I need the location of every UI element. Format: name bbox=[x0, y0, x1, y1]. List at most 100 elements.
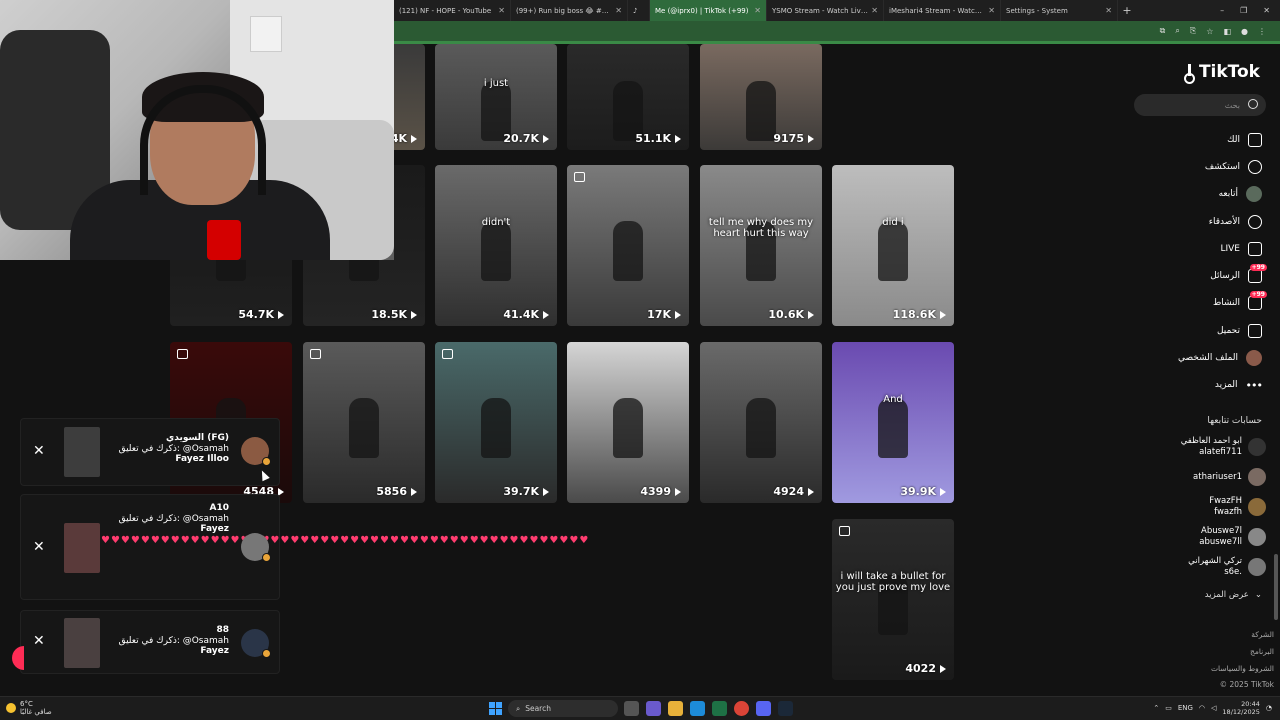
following-account[interactable]: تركي الشهراني s6e. bbox=[1146, 556, 1266, 578]
footer-terms-link[interactable]: الشروط والسياسات bbox=[1211, 664, 1274, 673]
new-tab-button[interactable]: + bbox=[1118, 4, 1136, 17]
bookmark-star-icon[interactable]: ☆ bbox=[1206, 27, 1213, 36]
video-tile[interactable]: i just 20.7K bbox=[435, 44, 557, 150]
following-name: تركي الشهراني bbox=[1188, 556, 1242, 566]
clock-date: 18/12/2025 bbox=[1222, 708, 1260, 716]
footer-company-link[interactable]: الشركة bbox=[1251, 630, 1274, 639]
task-view-icon[interactable] bbox=[624, 701, 639, 716]
following-account[interactable]: Abuswe7l abuswe7ll bbox=[1146, 526, 1266, 548]
tab-ysmo-stream[interactable]: YSMO Stream - Watch Live on ✕ bbox=[767, 0, 884, 21]
nav-item-friends[interactable]: الأصدقاء bbox=[1137, 208, 1262, 235]
footer-program-link[interactable]: البرنامج bbox=[1250, 647, 1274, 656]
extensions-icon[interactable]: ◧ bbox=[1223, 27, 1231, 36]
tab-settings[interactable]: Settings - System ✕ bbox=[1001, 0, 1118, 21]
maximize-button[interactable]: ❐ bbox=[1240, 6, 1247, 15]
windows-start-icon[interactable] bbox=[489, 702, 502, 715]
video-tile[interactable]: 4924 bbox=[700, 342, 822, 503]
close-icon[interactable]: ✕ bbox=[871, 6, 878, 15]
taskbar-search[interactable]: ⌕ Search bbox=[508, 700, 618, 717]
tab-bigboss[interactable]: (99+) Run big boss 😂 #bigboss✕ bbox=[511, 0, 628, 21]
video-tile[interactable]: 39.7K bbox=[435, 342, 557, 503]
menu-icon[interactable]: ⋮ bbox=[1258, 27, 1266, 36]
following-account[interactable]: ابو احمد العاظفي alatefi711 bbox=[1146, 436, 1266, 458]
nav-item-profile[interactable]: الملف الشخصي bbox=[1137, 344, 1262, 371]
video-tile[interactable]: did i 118.6K bbox=[832, 165, 954, 326]
tab-tiktok[interactable]: Me (@iprx0) | TikTok (+99) ✕ bbox=[650, 0, 767, 21]
steam-icon[interactable] bbox=[778, 701, 793, 716]
excel-icon[interactable] bbox=[712, 701, 727, 716]
notification-text: A10 ذكرك في تعليق: @Osamah Fayez ♥♥♥♥♥♥♥… bbox=[101, 503, 588, 546]
network-icon[interactable]: ▭ bbox=[1165, 704, 1172, 712]
view-count: 4399 bbox=[640, 485, 681, 498]
video-tile[interactable]: 9175 bbox=[700, 44, 822, 150]
nav-item-upload[interactable]: تحميل bbox=[1137, 317, 1262, 344]
chrome-icon[interactable] bbox=[734, 701, 749, 716]
show-more-label: عرض المزيد bbox=[1204, 590, 1249, 600]
video-tile[interactable]: tell me why does my heart hurt this way 1… bbox=[700, 165, 822, 326]
nav-item-activity[interactable]: النشاط +99 bbox=[1137, 290, 1267, 317]
following-names: ابو احمد العاظفي alatefi711 bbox=[1181, 436, 1242, 458]
notification-text: السويدي (FG) ذكرك في تعليق: @Osamah Faye… bbox=[119, 433, 229, 465]
nav-item-more[interactable]: المزيد ••• bbox=[1137, 372, 1263, 399]
screen: (121) NF - HOPE - YouTube ✕ (99+) Run big… bbox=[0, 0, 1280, 720]
install-icon[interactable]: ⧉ bbox=[1160, 26, 1166, 36]
close-icon[interactable]: ✕ bbox=[615, 6, 622, 15]
play-icon bbox=[543, 487, 549, 496]
nav-item-explore[interactable]: استكشف bbox=[1137, 153, 1262, 180]
video-tile[interactable]: 17K bbox=[567, 165, 689, 326]
search-icon[interactable] bbox=[1248, 99, 1258, 109]
sidebar-scrollbar[interactable] bbox=[1274, 554, 1278, 620]
nav-item-home[interactable]: الك bbox=[1137, 126, 1262, 153]
notifications-bell-icon[interactable]: ◔ bbox=[1266, 704, 1272, 712]
weather-widget[interactable]: 6°C صافي غالبًا bbox=[6, 700, 52, 716]
video-tile[interactable]: And 39.9K bbox=[832, 342, 954, 503]
notification-card[interactable]: ✕ 88 ذكرك في تعليق: @Osamah Fayez bbox=[20, 610, 280, 674]
wifi-icon[interactable]: ◠ bbox=[1199, 704, 1205, 712]
close-icon[interactable]: ✕ bbox=[754, 6, 761, 15]
file-explorer-icon[interactable] bbox=[668, 701, 683, 716]
close-notification-button[interactable]: ✕ bbox=[33, 539, 45, 555]
edge-icon[interactable] bbox=[690, 701, 705, 716]
video-tile[interactable]: 5856 bbox=[303, 342, 425, 503]
close-icon[interactable]: ✕ bbox=[988, 6, 995, 15]
video-tile[interactable]: i will take a bullet for you just prove … bbox=[832, 519, 954, 680]
minimize-button[interactable]: – bbox=[1220, 6, 1224, 15]
close-notification-button[interactable]: ✕ bbox=[33, 633, 45, 649]
tab-youtube[interactable]: (121) NF - HOPE - YouTube ✕ bbox=[394, 0, 511, 21]
video-thumbnail-figure bbox=[481, 221, 511, 282]
volume-icon[interactable]: ◁ bbox=[1211, 704, 1216, 712]
tray-chevron-icon[interactable]: ⌃ bbox=[1153, 704, 1159, 712]
video-tile[interactable]: 51.1K bbox=[567, 44, 689, 150]
following-handle: s6e. bbox=[1224, 567, 1242, 577]
show-more-button[interactable]: عرض المزيد ⌄ bbox=[1205, 590, 1262, 600]
tab-tiktok-pinned[interactable]: ♪ bbox=[628, 0, 650, 21]
language-indicator[interactable]: ENG bbox=[1178, 704, 1193, 712]
video-tile[interactable]: didn't 41.4K bbox=[435, 165, 557, 326]
close-icon[interactable]: ✕ bbox=[498, 6, 505, 15]
nav-item-messages[interactable]: الرسائل +99 bbox=[1137, 262, 1267, 289]
zoom-icon[interactable]: ⌕ bbox=[1175, 26, 1179, 36]
nav-item-live[interactable]: LIVE bbox=[1137, 235, 1262, 262]
taskbar-clock[interactable]: 20:44 18/12/2025 bbox=[1222, 700, 1259, 716]
share-icon[interactable]: ⎘ bbox=[1190, 26, 1196, 36]
video-tile[interactable]: 4399 bbox=[567, 342, 689, 503]
profile-icon[interactable]: ● bbox=[1241, 27, 1248, 36]
copilot-icon[interactable] bbox=[646, 701, 661, 716]
chevron-down-icon: ⌄ bbox=[1254, 590, 1262, 600]
following-account[interactable]: athariuser1 bbox=[1146, 468, 1266, 486]
notification-card[interactable]: ✕ A10 ذكرك في تعليق: @Osamah Fayez ♥♥♥♥♥… bbox=[20, 494, 588, 600]
notification-card[interactable]: ✕ السويدي (FG) ذكرك في تعليق: @Osamah Fa… bbox=[20, 418, 280, 486]
view-count-text: 4924 bbox=[773, 485, 804, 498]
following-account[interactable]: FwazFH fwazfh bbox=[1146, 496, 1266, 518]
close-window-button[interactable]: ✕ bbox=[1263, 6, 1270, 15]
tab-meshari-stream[interactable]: iMeshari4 Stream - Watch Live ✕ bbox=[884, 0, 1001, 21]
close-icon[interactable]: ✕ bbox=[1105, 6, 1112, 15]
notification-line: ذكرك في تعليق: @Osamah bbox=[118, 513, 229, 524]
discord-icon[interactable] bbox=[756, 701, 771, 716]
play-icon bbox=[543, 134, 549, 143]
close-notification-button[interactable]: ✕ bbox=[33, 443, 45, 459]
tiktok-logo[interactable]: TikTok bbox=[1183, 62, 1260, 84]
search-input[interactable]: بحث bbox=[1134, 94, 1266, 116]
floating-action-tab[interactable] bbox=[12, 646, 24, 670]
nav-item-following[interactable]: أتابعه bbox=[1137, 181, 1262, 208]
